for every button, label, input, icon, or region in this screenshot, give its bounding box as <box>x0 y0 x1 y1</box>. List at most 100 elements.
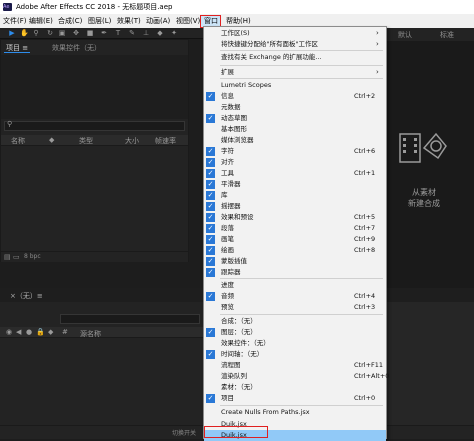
submenu-arrow-icon: › <box>376 40 379 48</box>
menu-item[interactable]: ✓ 项目 Ctrl+0 <box>204 393 386 404</box>
timeline-search-input[interactable] <box>60 314 200 324</box>
roto-tool-icon[interactable]: ✦ <box>170 29 178 37</box>
menu-animation[interactable]: 动画(A) <box>146 14 170 28</box>
text-tool-icon[interactable]: T <box>114 29 122 37</box>
menu-composition[interactable]: 合成(C) <box>58 14 82 28</box>
menu-item[interactable]: ✓ 库 <box>204 190 386 201</box>
menu-item[interactable]: ✓ 绘画 Ctrl+8 <box>204 245 386 256</box>
menu-item[interactable]: 工作区(S) › <box>204 28 386 39</box>
column-name[interactable]: 名称 <box>11 136 25 146</box>
menu-file[interactable]: 文件(F) <box>3 14 27 28</box>
toggle-switches-label[interactable]: 切换开关 <box>172 428 196 437</box>
menu-item[interactable]: 基本图形 <box>204 124 386 135</box>
menu-item-label: Lumetri Scopes <box>221 81 272 89</box>
menu-item[interactable]: ✓ 信息 Ctrl+2 <box>204 91 386 102</box>
brush-tool-icon[interactable]: ✎ <box>128 29 136 37</box>
audio-icon[interactable]: ◀ <box>16 328 21 336</box>
solo-icon[interactable]: ● <box>26 328 32 336</box>
menu-item-shortcut: Ctrl+6 <box>354 147 376 155</box>
submenu-arrow-icon: › <box>376 68 379 76</box>
column-framerate[interactable]: 帧速率 <box>155 136 176 146</box>
project-thumbnail-area <box>1 55 188 119</box>
tab-effect-controls[interactable]: 效果控件（无） <box>52 43 101 53</box>
menu-item[interactable]: 查找有关 Exchange 的扩展功能... <box>204 52 386 63</box>
column-type[interactable]: 类型 <box>79 136 93 146</box>
menu-item[interactable]: ✓ 音频 Ctrl+4 <box>204 291 386 302</box>
menu-item[interactable]: ✓ 动态草图 <box>204 113 386 124</box>
menu-item-shortcut: Ctrl+0 <box>354 394 376 402</box>
menu-item-label: 跟踪器 <box>221 268 241 276</box>
label-icon: ◆ <box>49 136 55 144</box>
checkmark-icon: ✓ <box>206 92 215 101</box>
workspace-default[interactable]: 默认 <box>398 30 412 40</box>
menu-item[interactable]: 流程图 Ctrl+F11 <box>204 360 386 371</box>
label-tag-icon[interactable]: ◆ <box>48 328 53 336</box>
menu-view[interactable]: 视图(V) <box>176 14 200 28</box>
checkmark-icon: ✓ <box>206 180 215 189</box>
duik-highlight-box <box>204 426 268 438</box>
zoom-tool-icon[interactable]: ⚲ <box>32 29 40 37</box>
new-composition-icon[interactable] <box>398 128 448 168</box>
tab-timeline[interactable]: ×（无）≡ <box>10 291 43 301</box>
camera-tool-icon[interactable]: ▣ <box>58 29 66 37</box>
menu-item[interactable]: 进度 <box>204 280 386 291</box>
menu-item-shortcut: Ctrl+4 <box>354 292 376 300</box>
menu-item[interactable]: ✓ 段落 Ctrl+7 <box>204 223 386 234</box>
interpret-footage-icon[interactable]: ▤ <box>4 253 11 261</box>
menu-item[interactable]: ✓ 图层：（无） <box>204 327 386 338</box>
bpc-indicator[interactable]: 8 bpc <box>24 253 41 260</box>
checkmark-icon: ✓ <box>206 224 215 233</box>
visibility-icon[interactable]: ◉ <box>6 328 12 336</box>
checkmark-icon: ✓ <box>206 147 215 156</box>
menu-item[interactable]: ✓ 时间轴：（无） <box>204 349 386 360</box>
menu-item[interactable]: 元数据 <box>204 102 386 113</box>
menu-item[interactable]: Lumetri Scopes <box>204 80 386 91</box>
menu-item[interactable]: 素材：（无） <box>204 382 386 393</box>
menu-item-label: 基本图形 <box>221 125 247 133</box>
column-source-name[interactable]: 源名称 <box>80 329 101 339</box>
menu-item[interactable]: 扩展 › <box>204 67 386 78</box>
menu-item[interactable]: Create Nulls From Paths.jsx <box>204 407 386 418</box>
workspace-standard[interactable]: 标准 <box>440 30 454 40</box>
menu-item[interactable]: ✓ 摇摆器 <box>204 201 386 212</box>
menu-layer[interactable]: 图层(L) <box>88 14 111 28</box>
menu-item[interactable]: ✓ 字符 Ctrl+6 <box>204 146 386 157</box>
pan-behind-tool-icon[interactable]: ✥ <box>72 29 80 37</box>
column-size[interactable]: 大小 <box>125 136 139 146</box>
menu-item-label: 将快捷键分配给"所有面板"工作区 <box>221 40 318 48</box>
lock-icon[interactable]: 🔒 <box>36 328 45 336</box>
menu-edit[interactable]: 编辑(E) <box>29 14 53 28</box>
shape-tool-icon[interactable]: ■ <box>86 29 94 37</box>
new-composition-label[interactable]: 新建合成 <box>408 198 440 209</box>
menu-item[interactable]: ✓ 工具 Ctrl+1 <box>204 168 386 179</box>
menu-item-shortcut: Ctrl+F11 <box>354 361 384 369</box>
stamp-tool-icon[interactable]: ⊥ <box>142 29 150 37</box>
menu-item[interactable]: 效果控件：（无） <box>204 338 386 349</box>
menu-item[interactable]: 预览 Ctrl+3 <box>204 302 386 313</box>
menu-effect[interactable]: 效果(T) <box>117 14 141 28</box>
menu-item[interactable]: 渲染队列 Ctrl+Alt+0 <box>204 371 389 382</box>
hand-tool-icon[interactable]: ✋ <box>20 29 29 37</box>
menu-item-label: 库 <box>221 191 228 199</box>
menu-item[interactable]: ✓ 蒙版插值 <box>204 256 386 267</box>
menu-item[interactable]: ✓ 效果和预设 Ctrl+5 <box>204 212 386 223</box>
checkmark-icon: ✓ <box>206 292 215 301</box>
menu-item-label: 工作区(S) <box>221 29 250 37</box>
from-footage-label[interactable]: 从素材 <box>412 187 436 198</box>
project-search-input[interactable] <box>4 121 185 131</box>
eraser-tool-icon[interactable]: ◆ <box>156 29 164 37</box>
selection-tool-icon[interactable]: ▶ <box>8 29 16 37</box>
search-icon: ⚲ <box>7 120 13 128</box>
window-title: Adobe After Effects CC 2018 - 无标题项目.aep <box>16 3 173 11</box>
menu-item[interactable]: ✓ 画笔 Ctrl+9 <box>204 234 386 245</box>
menu-item[interactable]: ✓ 跟踪器 <box>204 267 386 278</box>
menu-item[interactable]: 媒体浏览器 <box>204 135 386 146</box>
menu-item[interactable]: 将快捷键分配给"所有面板"工作区 › <box>204 39 386 50</box>
checkmark-icon: ✓ <box>206 246 215 255</box>
menu-item[interactable]: ✓ 平滑器 <box>204 179 386 190</box>
menu-item[interactable]: ✓ 对齐 <box>204 157 386 168</box>
new-folder-icon[interactable]: ▭ <box>13 253 20 261</box>
pen-tool-icon[interactable]: ✒ <box>100 29 108 37</box>
menu-item[interactable]: 合成：（无） <box>204 316 386 327</box>
rotate-tool-icon[interactable]: ↻ <box>46 29 54 37</box>
